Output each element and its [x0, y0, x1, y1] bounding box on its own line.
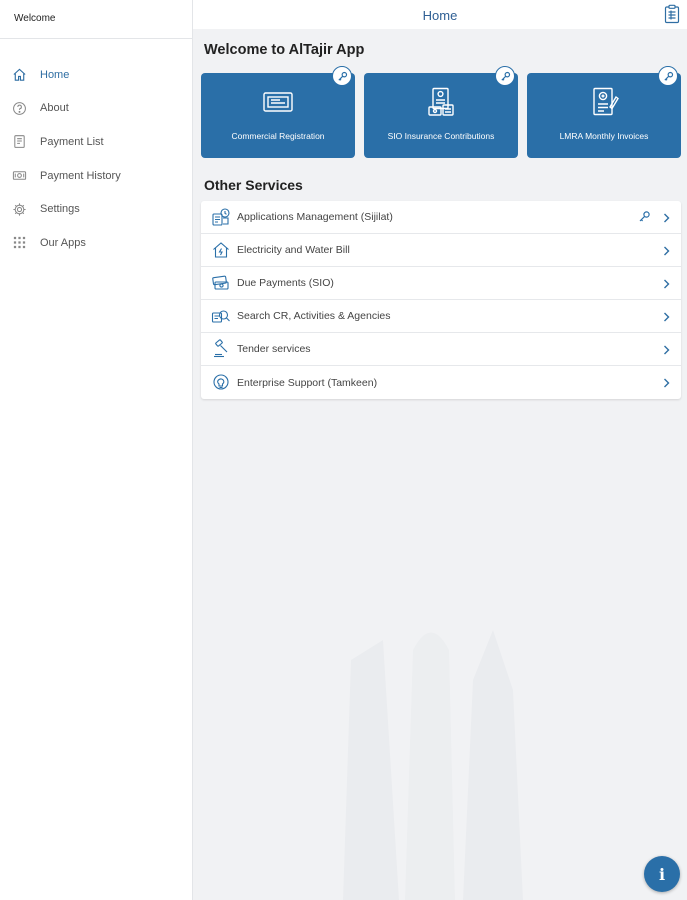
- tile-lmra-invoices[interactable]: LMRA Monthly Invoices: [527, 66, 681, 158]
- key-icon[interactable]: [332, 66, 352, 86]
- sidebar-header: Welcome: [0, 0, 192, 39]
- service-label: Electricity and Water Bill: [237, 244, 350, 256]
- key-icon[interactable]: [638, 210, 651, 223]
- applications-icon: [210, 206, 232, 228]
- service-label: Enterprise Support (Tamkeen): [237, 376, 378, 389]
- key-icon[interactable]: [658, 66, 678, 86]
- tile-label: LMRA Monthly Invoices: [559, 131, 649, 141]
- sidebar-item-payment-list[interactable]: Payment List: [0, 125, 192, 159]
- sidebar-item-about[interactable]: About: [0, 92, 192, 126]
- sidebar-item-label: Settings: [40, 203, 80, 216]
- service-tiles: Commercial Registration SIO Insurance Co…: [201, 66, 681, 158]
- lightbulb-icon: [210, 372, 232, 394]
- clipboard-icon[interactable]: [663, 4, 681, 24]
- gear-icon: [11, 201, 27, 217]
- registration-card-icon: [262, 87, 294, 117]
- main-content: Home Welcome to AlTajir App Commercial R…: [193, 0, 687, 900]
- document-list-icon: [11, 134, 27, 150]
- chevron-right-icon: [662, 310, 671, 322]
- service-tender[interactable]: Tender services: [201, 333, 681, 366]
- background-watermark: [343, 630, 523, 900]
- service-due-payments[interactable]: Due Payments (SIO): [201, 267, 681, 300]
- sidebar-item-label: Payment List: [40, 135, 104, 148]
- house-utility-icon: [210, 239, 232, 261]
- money-icon: [11, 168, 27, 184]
- invoice-icon: [588, 87, 620, 117]
- payments-icon: [210, 272, 232, 294]
- home-icon: [11, 67, 27, 83]
- grid-icon: [11, 235, 27, 251]
- sidebar-item-label: Payment History: [40, 169, 121, 182]
- sidebar-item-payment-history[interactable]: Payment History: [0, 159, 192, 193]
- service-label: Tender services: [237, 343, 311, 355]
- info-button[interactable]: i: [644, 856, 680, 892]
- service-electricity-water[interactable]: Electricity and Water Bill: [201, 234, 681, 267]
- service-enterprise-support[interactable]: Enterprise Support (Tamkeen): [201, 366, 681, 399]
- page-title: Home: [422, 8, 458, 23]
- chevron-right-icon: [662, 376, 671, 388]
- sidebar-item-settings[interactable]: Settings: [0, 192, 192, 226]
- search-documents-icon: [210, 305, 232, 327]
- sidebar-item-home[interactable]: Home: [0, 58, 192, 92]
- insurance-document-icon: [425, 87, 457, 117]
- info-icon: i: [658, 864, 666, 884]
- top-bar: Home: [193, 0, 687, 29]
- chevron-right-icon: [662, 211, 671, 223]
- tile-commercial-registration[interactable]: Commercial Registration: [201, 66, 355, 158]
- question-circle-icon: [11, 100, 27, 116]
- sidebar-nav: Home About Payment List Payment History …: [0, 39, 192, 260]
- key-icon[interactable]: [495, 66, 515, 86]
- service-label: Applications Management (Sijilat): [237, 211, 393, 223]
- tile-label: Commercial Registration: [231, 131, 325, 141]
- service-label: Due Payments (SIO): [237, 277, 334, 289]
- other-services-list: Applications Management (Sijilat) Electr…: [201, 201, 681, 399]
- sidebar-item-label: About: [40, 102, 69, 115]
- chevron-right-icon: [662, 244, 671, 256]
- tile-sio-insurance[interactable]: SIO Insurance Contributions: [364, 66, 518, 158]
- gavel-icon: [210, 338, 232, 360]
- service-label: Search CR, Activities & Agencies: [237, 310, 391, 322]
- service-applications-management[interactable]: Applications Management (Sijilat): [201, 201, 681, 234]
- chevron-right-icon: [662, 277, 671, 289]
- service-search-cr[interactable]: Search CR, Activities & Agencies: [201, 300, 681, 333]
- sidebar-item-label: Home: [40, 68, 70, 81]
- sidebar-item-our-apps[interactable]: Our Apps: [0, 226, 192, 260]
- other-services-heading: Other Services: [204, 177, 303, 193]
- sidebar-item-label: Our Apps: [40, 236, 86, 249]
- welcome-heading: Welcome to AlTajir App: [204, 42, 365, 58]
- sidebar: Welcome Home About Payment List Payment …: [0, 0, 193, 900]
- tile-label: SIO Insurance Contributions: [387, 131, 495, 141]
- chevron-right-icon: [662, 343, 671, 355]
